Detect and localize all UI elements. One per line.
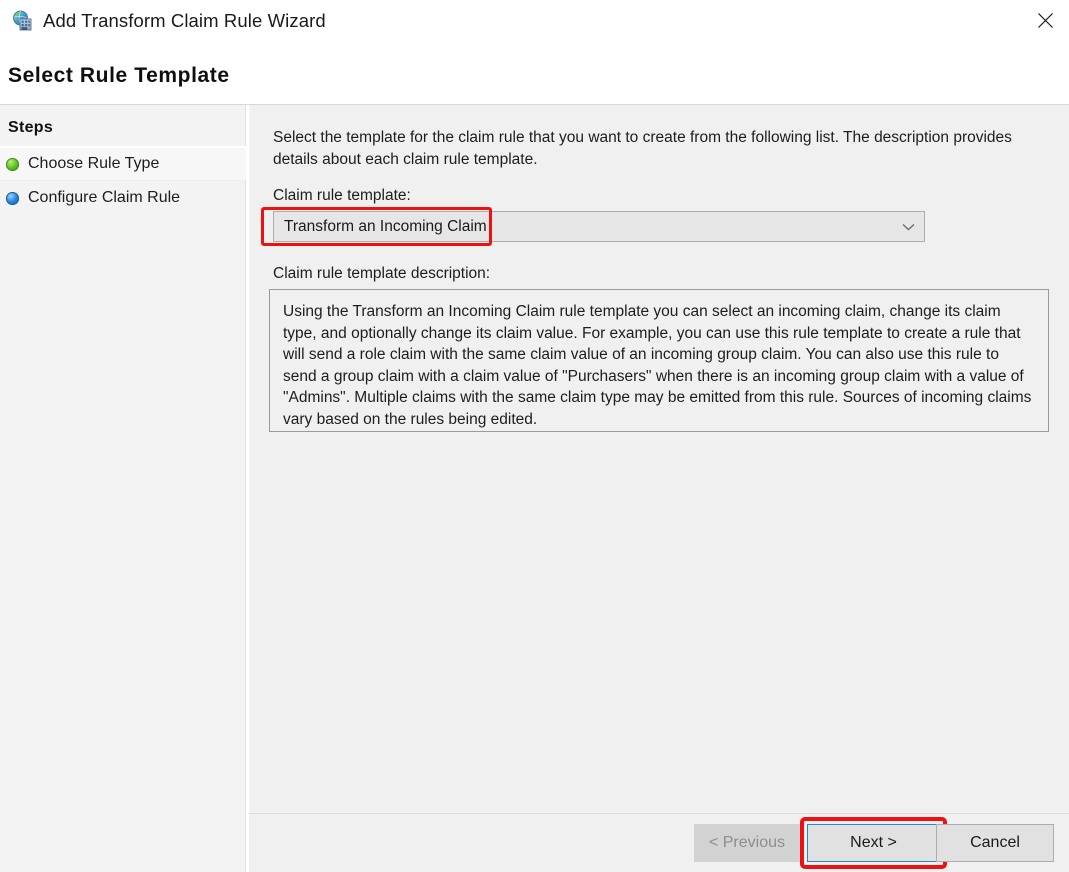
steps-title: Steps: [8, 119, 54, 136]
claim-rule-description-label: Claim rule template description:: [273, 265, 491, 282]
sidebar-item-label: Configure Claim Rule: [28, 189, 181, 206]
steps-sidebar: Steps Choose Rule Type Configure Claim R…: [0, 105, 246, 872]
claim-rule-template-value: Transform an Incoming Claim: [284, 217, 487, 235]
claim-rule-template-select[interactable]: Transform an Incoming Claim: [273, 211, 925, 242]
page-title: Select Rule Template: [8, 64, 230, 87]
sidebar-item-label: Choose Rule Type: [28, 155, 160, 172]
intro-text: Select the template for the claim rule t…: [273, 129, 1012, 168]
previous-button[interactable]: < Previous: [694, 824, 800, 862]
claim-rule-description-text: Using the Transform an Incoming Claim ru…: [283, 303, 1032, 428]
window-title: Add Transform Claim Rule Wizard: [43, 10, 326, 31]
step-status-green-icon: [6, 157, 19, 171]
next-button[interactable]: Next >: [807, 824, 940, 862]
cancel-button[interactable]: Cancel: [936, 824, 1054, 862]
chevron-down-icon[interactable]: [892, 212, 924, 241]
claim-rule-template-label: Claim rule template:: [273, 187, 411, 204]
title-bar: Add Transform Claim Rule Wizard: [0, 0, 1069, 47]
claim-rule-description-box: Using the Transform an Incoming Claim ru…: [269, 289, 1049, 432]
sidebar-item-choose-rule-type[interactable]: Choose Rule Type: [0, 147, 246, 181]
adfs-claim-rule-icon: [12, 10, 34, 32]
sidebar-item-configure-claim-rule[interactable]: Configure Claim Rule: [0, 181, 246, 215]
step-status-blue-icon: [6, 191, 19, 205]
close-icon[interactable]: [1022, 0, 1069, 40]
content-panel: Select the template for the claim rule t…: [249, 105, 1069, 813]
footer-bar: < Previous Next > Cancel: [249, 814, 1069, 872]
title-bar-left: Add Transform Claim Rule Wizard: [12, 10, 326, 32]
step-list: Choose Rule Type Configure Claim Rule: [0, 147, 246, 215]
wizard-window: Add Transform Claim Rule Wizard Select R…: [0, 0, 1069, 872]
